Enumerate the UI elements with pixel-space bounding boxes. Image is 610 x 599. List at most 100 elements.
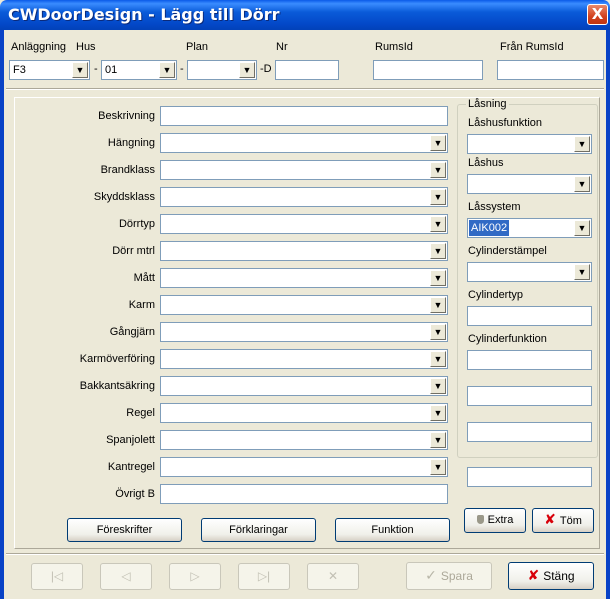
chevron-down-icon[interactable]: ▼: [430, 189, 446, 205]
previous-record-button[interactable]: ◁: [100, 563, 152, 590]
anlaggning-label: Anläggning: [11, 41, 67, 53]
skyddsklass-label: Skyddsklass: [93, 191, 155, 203]
lassystem-value: AIK002: [469, 220, 510, 236]
brandklass-label: Brandklass: [100, 164, 155, 176]
hus-value: 01: [105, 64, 118, 76]
extra-button[interactable]: Extra: [464, 508, 526, 533]
window-title: CWDoorDesign - Lägg till Dörr: [8, 5, 280, 24]
rumsid-label: RumsId: [375, 41, 413, 53]
anlaggning-value: F3: [13, 64, 26, 76]
hangning-combo[interactable]: ▼: [160, 133, 448, 153]
chevron-down-icon[interactable]: ▼: [430, 432, 446, 448]
extra-label: Extra: [487, 514, 514, 526]
ovrigt-b-input[interactable]: [160, 484, 448, 504]
next-icon: ▷: [190, 569, 200, 583]
chevron-down-icon[interactable]: ▼: [159, 62, 175, 78]
lashus-label: Låshus: [468, 157, 504, 169]
lassystem-combo[interactable]: AIK002 ▼: [467, 218, 592, 238]
chevron-down-icon[interactable]: ▼: [574, 220, 590, 236]
anlaggning-combo[interactable]: F3 ▼: [9, 60, 90, 80]
forklaringar-button[interactable]: Förklaringar: [201, 518, 316, 542]
tom-button[interactable]: ✘ Töm: [532, 508, 594, 533]
regel-label: Regel: [126, 407, 155, 419]
fran-rumsid-input[interactable]: [497, 60, 604, 80]
chevron-down-icon[interactable]: ▼: [430, 270, 446, 286]
delete-record-button[interactable]: ✕: [307, 563, 359, 590]
chevron-down-icon[interactable]: ▼: [430, 459, 446, 475]
plan-combo[interactable]: ▼: [187, 60, 257, 80]
chevron-down-icon[interactable]: ▼: [430, 162, 446, 178]
kantregel-combo[interactable]: ▼: [160, 457, 448, 477]
window-frame-left: [0, 30, 4, 599]
next-record-button[interactable]: ▷: [169, 563, 221, 590]
stang-label: Stäng: [543, 569, 575, 583]
first-record-button[interactable]: |◁: [31, 563, 83, 590]
chevron-down-icon[interactable]: ▼: [430, 351, 446, 367]
chevron-down-icon[interactable]: ▼: [430, 378, 446, 394]
cylindertyp-input[interactable]: [467, 306, 592, 326]
chevron-down-icon[interactable]: ▼: [430, 216, 446, 232]
stang-button[interactable]: ✘ Stäng: [508, 562, 594, 590]
hus-combo[interactable]: 01 ▼: [101, 60, 177, 80]
check-icon: ✓: [425, 568, 437, 584]
beskrivning-input[interactable]: [160, 106, 448, 126]
tom-label: Töm: [559, 515, 582, 527]
karmoverforing-combo[interactable]: ▼: [160, 349, 448, 369]
matt-label: Mått: [133, 272, 155, 284]
chevron-down-icon[interactable]: ▼: [430, 243, 446, 259]
bakkantsakring-label: Bakkantsäkring: [79, 380, 155, 392]
rumsid-input[interactable]: [373, 60, 483, 80]
close-x-icon: ✘: [527, 568, 540, 584]
cylinderfunktion-input-4[interactable]: [467, 467, 592, 487]
dorr-mtrl-combo[interactable]: ▼: [160, 241, 448, 261]
lashusfunktion-label: Låshusfunktion: [468, 117, 542, 129]
funktion-button[interactable]: Funktion: [335, 518, 450, 542]
hus-label: Hus: [76, 41, 96, 53]
chevron-down-icon[interactable]: ▼: [430, 297, 446, 313]
shield-icon: [476, 515, 484, 524]
lashusfunktion-combo[interactable]: ▼: [467, 134, 592, 154]
cylindertyp-label: Cylindertyp: [468, 289, 524, 301]
dorrtyp-label: Dörrtyp: [118, 218, 155, 230]
chevron-down-icon[interactable]: ▼: [430, 405, 446, 421]
ovrigt-b-label: Övrigt B: [115, 488, 155, 500]
chevron-down-icon[interactable]: ▼: [574, 136, 590, 152]
dorr-mtrl-label: Dörr mtrl: [112, 245, 155, 257]
plan-label: Plan: [186, 41, 209, 53]
chevron-down-icon[interactable]: ▼: [72, 62, 88, 78]
gangjarn-label: Gångjärn: [109, 326, 155, 338]
spanjolett-combo[interactable]: ▼: [160, 430, 448, 450]
last-record-button[interactable]: ▷|: [238, 563, 290, 590]
delete-icon: ✕: [327, 569, 339, 583]
beskrivning-label: Beskrivning: [98, 110, 155, 122]
spanjolett-label: Spanjolett: [106, 434, 155, 446]
chevron-down-icon[interactable]: ▼: [239, 62, 255, 78]
chevron-down-icon[interactable]: ▼: [430, 324, 446, 340]
window-frame-right: [606, 30, 610, 599]
previous-icon: ◁: [121, 569, 131, 583]
lashus-combo[interactable]: ▼: [467, 174, 592, 194]
separator: -D: [260, 63, 272, 75]
close-window-button[interactable]: X: [587, 4, 608, 25]
chevron-down-icon[interactable]: ▼: [430, 135, 446, 151]
cylinderstampel-combo[interactable]: ▼: [467, 262, 592, 282]
first-icon: |◁: [50, 569, 64, 583]
nr-input[interactable]: [275, 60, 339, 80]
regel-combo[interactable]: ▼: [160, 403, 448, 423]
spara-button[interactable]: ✓ Spara: [406, 562, 492, 590]
cylinderfunktion-input-1[interactable]: [467, 350, 592, 370]
cylinderfunktion-input-2[interactable]: [467, 386, 592, 406]
cylinderfunktion-input-3[interactable]: [467, 422, 592, 442]
brandklass-combo[interactable]: ▼: [160, 160, 448, 180]
skyddsklass-combo[interactable]: ▼: [160, 187, 448, 207]
gangjarn-combo[interactable]: ▼: [160, 322, 448, 342]
foreskrifter-button[interactable]: Föreskrifter: [67, 518, 182, 542]
chevron-down-icon[interactable]: ▼: [574, 264, 590, 280]
bakkantsakring-combo[interactable]: ▼: [160, 376, 448, 396]
dorrtyp-combo[interactable]: ▼: [160, 214, 448, 234]
karm-combo[interactable]: ▼: [160, 295, 448, 315]
matt-combo[interactable]: ▼: [160, 268, 448, 288]
close-icon: X: [591, 5, 604, 23]
title-bar: CWDoorDesign - Lägg till Dörr X: [0, 0, 610, 30]
chevron-down-icon[interactable]: ▼: [574, 176, 590, 192]
